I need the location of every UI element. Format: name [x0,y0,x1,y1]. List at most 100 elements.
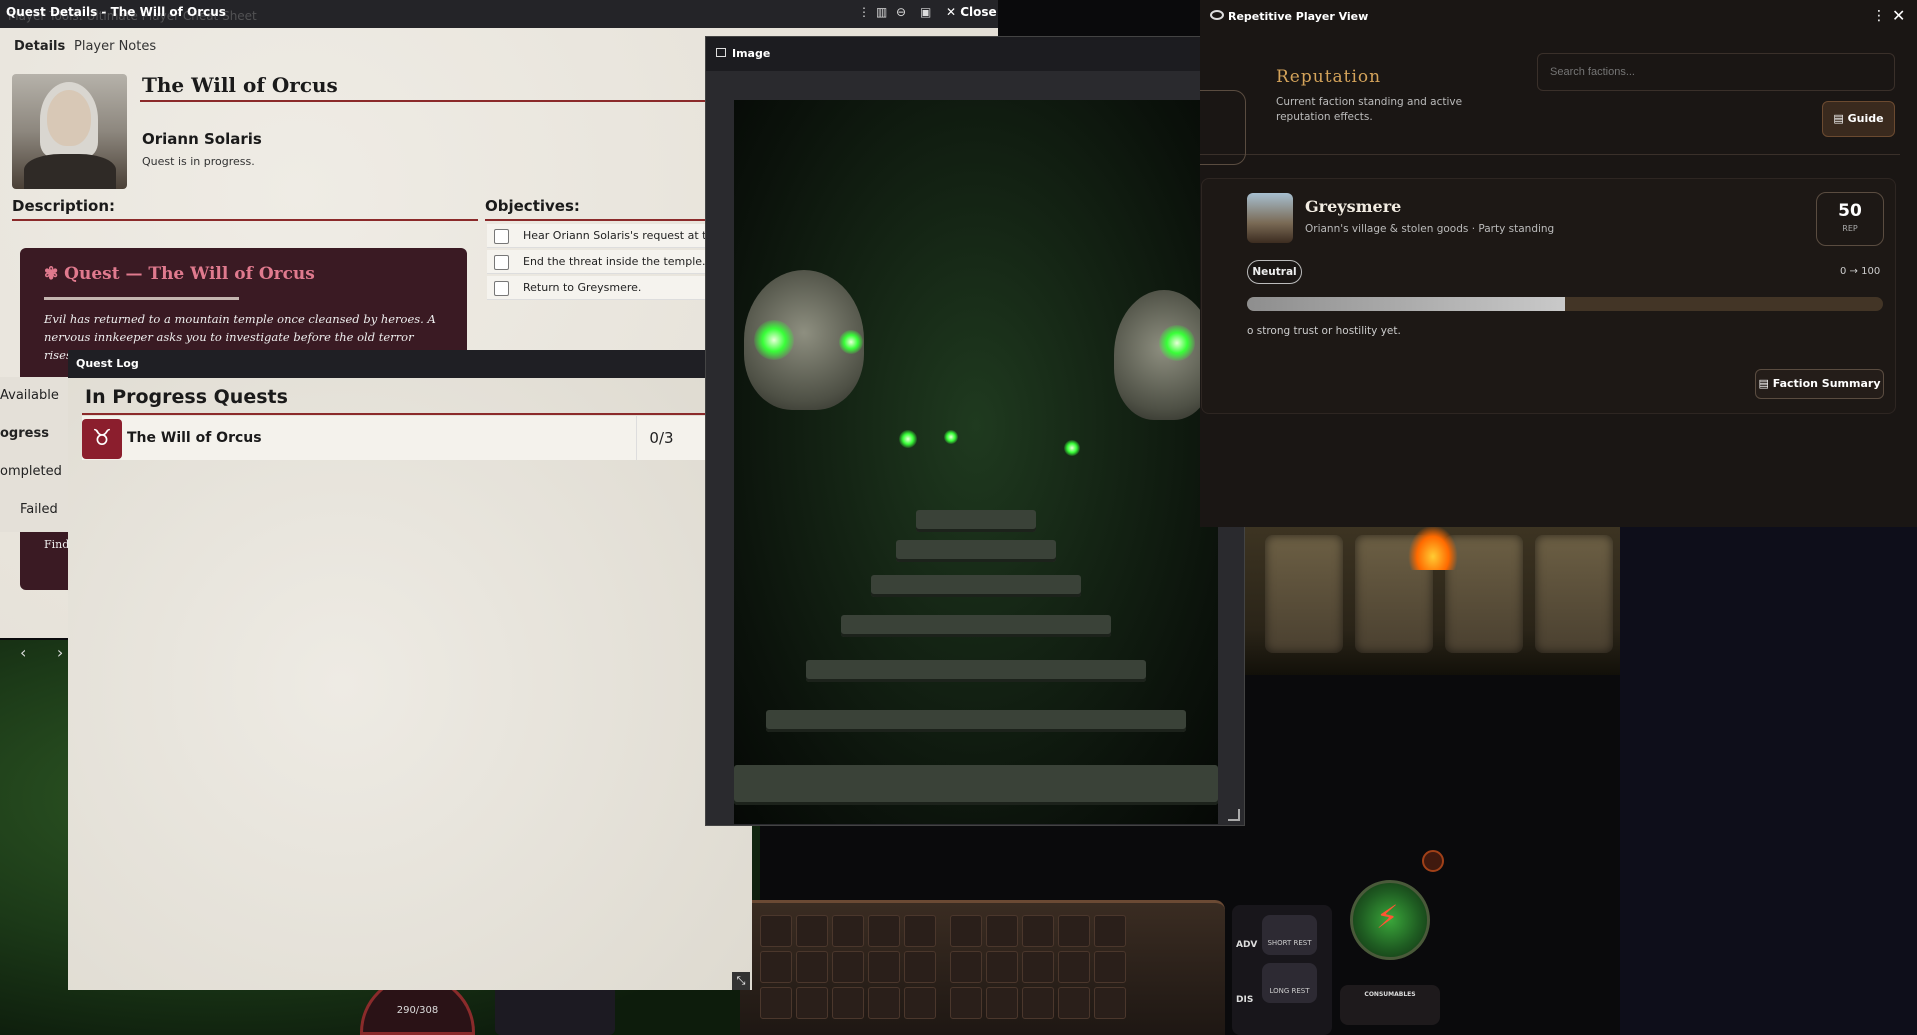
advantage-toggle[interactable]: ADV [1236,940,1258,950]
hotbar-slot[interactable] [1094,951,1126,983]
link-icon[interactable]: ⊖ [896,5,906,19]
reputation-progress-fill [1247,297,1565,311]
objective-text: End the threat inside the temple. [523,255,706,268]
hotbar-slot[interactable] [1022,987,1054,1019]
hotbar-slot[interactable] [760,951,792,983]
hotbar-slot[interactable] [1094,987,1126,1019]
hotbar-slot[interactable] [1058,987,1090,1019]
quest-log-titlebar[interactable]: Quest Log [68,350,752,378]
hotbar-slot[interactable] [986,987,1018,1019]
objectives-divider [485,219,710,221]
reputation-progress-bar [1247,297,1883,311]
stair-step [766,710,1186,732]
hotbar-slot[interactable] [1058,951,1090,983]
description-label: Description: [12,197,116,215]
resize-handle-icon[interactable]: ⤡ [732,972,750,990]
objective-text: Hear Oriann Solaris's request at the [523,229,721,242]
hotbar-slot[interactable] [868,915,900,947]
card-heading: ✾ Quest — The Will of Orcus [44,264,315,284]
objectives-label: Objectives: [485,197,580,215]
sidebar-item-label: Available [0,388,59,403]
hotbar-slot[interactable] [904,951,936,983]
quest-list-item[interactable]: ♉ The Will of Orcus 0/3 [82,416,752,460]
hotbar-slot[interactable] [832,951,864,983]
reputation-range: 0 → 100 [1840,266,1881,277]
hotbar [740,900,1225,1035]
consumables-tray[interactable]: CONSUMABLES [1340,985,1440,1025]
hotbar-slot[interactable] [760,915,792,947]
hotbar-slot[interactable] [868,987,900,1019]
item-tray[interactable] [495,985,615,1035]
stair-step [734,765,1218,805]
faction-search-input[interactable] [1537,53,1895,91]
hotbar-slot[interactable] [868,951,900,983]
reputation-titlebar[interactable]: Repetitive Player View ⋮ ✕ [1200,0,1917,34]
objective-item: Return to Greysmere. [487,276,707,300]
stair-step [916,510,1036,532]
hotbar-slot[interactable] [950,987,982,1019]
sidebar-item-label: ogress [0,426,49,441]
resize-handle-icon[interactable] [1228,809,1240,821]
disadvantage-toggle[interactable]: DIS [1236,995,1258,1005]
guide-button[interactable]: ▤ Guide [1822,101,1895,137]
close-button[interactable]: ✕ Close [946,5,997,19]
sheet-icon[interactable]: ▥ [876,5,887,19]
tab-player-notes[interactable]: Player Notes [74,39,156,54]
sidebar-item-failed[interactable]: Failed [0,491,68,529]
picture-icon [716,48,726,57]
objective-checkbox[interactable] [494,281,509,296]
hotbar-slot[interactable] [986,951,1018,983]
sidebar-item-in-progress[interactable]: ogress [0,415,68,453]
sidebar-item-completed[interactable]: ompleted [0,453,68,491]
more-icon[interactable]: ⋮ [1872,8,1886,24]
standing-badge: Neutral [1247,260,1302,284]
long-rest-button[interactable]: LONG REST [1262,963,1317,1003]
image-titlebar[interactable]: Image ⋮ ✕ [706,37,1244,71]
quest-log-heading: In Progress Quests [85,386,288,408]
hotbar-slot[interactable] [950,915,982,947]
window-title: Quest Details - The Will of Orcus [6,5,226,19]
hotbar-slot[interactable] [1022,951,1054,983]
collapse-toggle[interactable] [1200,90,1246,165]
hotbar-slot[interactable] [796,987,828,1019]
hotbar-slot[interactable] [904,915,936,947]
objective-item: End the threat inside the temple. [487,250,707,274]
hotbar-slot[interactable] [796,915,828,947]
hotbar-slot[interactable] [986,915,1018,947]
hotbar-slot[interactable] [832,987,864,1019]
reputation-score: 50 REP [1816,192,1884,246]
quest-details-titlebar[interactable]: Player Tools: Ultimate Player Cheat Shee… [0,0,998,28]
card-heading-text: Quest — The Will of Orcus [64,264,315,284]
hotbar-slot[interactable] [904,987,936,1019]
sidebar-item-available[interactable]: Available [0,377,68,415]
quest-status: Quest is in progress. [142,155,255,168]
hotbar-slot[interactable] [1022,915,1054,947]
quest-giver-portrait [12,74,127,189]
objective-checkbox[interactable] [494,229,509,244]
title-divider [140,100,710,102]
close-icon[interactable]: ✕ [1892,6,1905,25]
hotbar-slot[interactable] [760,987,792,1019]
more-icon[interactable]: ⋮ [858,5,870,19]
hotbar-group [760,915,936,1019]
quest-demon-icon: ♉ [82,419,122,459]
hotbar-slot[interactable] [950,951,982,983]
quest-log-title: Quest Log [76,357,139,370]
faction-summary-button[interactable]: ▤ Faction Summary [1755,369,1884,399]
hotbar-slot[interactable] [1058,915,1090,947]
ember-icon[interactable] [1422,850,1444,872]
image-icon[interactable]: ▣ [920,5,931,19]
hotbar-slot[interactable] [832,915,864,947]
stair-step [871,575,1081,597]
tab-details[interactable]: Details [14,39,65,54]
glowing-eye [839,330,863,354]
hotbar-slot[interactable] [1094,915,1126,947]
guide-label: Guide [1847,112,1884,125]
short-rest-button[interactable]: SHORT REST [1262,915,1317,955]
objective-text: Return to Greysmere. [523,281,642,294]
objective-checkbox[interactable] [494,255,509,270]
close-label: Close [960,5,997,19]
hotbar-group [950,915,1126,1019]
hotbar-slot[interactable] [796,951,828,983]
wall-brick [1265,535,1343,653]
